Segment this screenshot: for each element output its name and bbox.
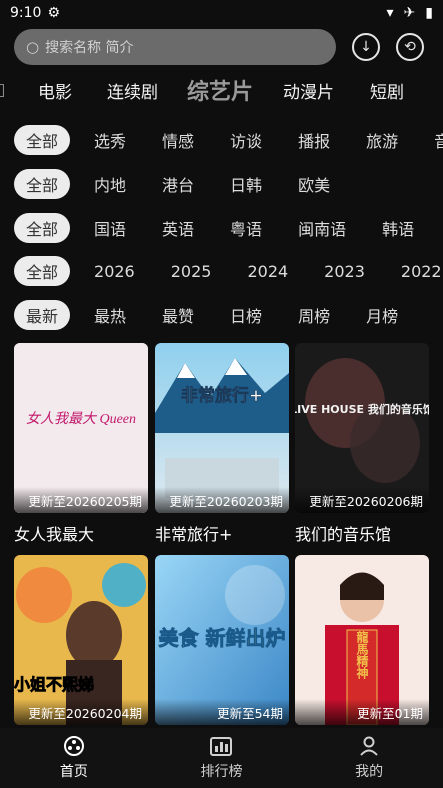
chip-region[interactable]: 日韩 [218, 169, 274, 199]
filter-genre: 全部 选秀 情感 访谈 播报 旅游 音乐 [14, 124, 443, 156]
show-title: 女人我最大 [14, 525, 95, 544]
chip-region-all[interactable]: 全部 [14, 169, 71, 199]
show-poster[interactable]: 美食 新鲜出炉 更新至54期 [155, 555, 289, 725]
show-poster[interactable]: 龍馬精神 更新至01期 [295, 555, 429, 725]
update-label: 更新至20260203期 [155, 487, 289, 513]
search-input[interactable]: ○ 搜索名称 简介 [14, 29, 336, 65]
tab-series[interactable]: 连续剧 [107, 78, 158, 103]
show-poster[interactable]: 非常旅行+ 更新至20260203期 [155, 343, 289, 513]
poster-text: LIVE HOUSE 我们的音乐馆 [295, 402, 429, 416]
wifi-icon: ▾ [386, 5, 394, 21]
show-card[interactable]: 龍馬精神 更新至01期 [295, 555, 429, 733]
show-card[interactable]: 女人我最大 Queen 更新至20260205期 女人我最大 [14, 343, 148, 545]
show-card[interactable]: 小姐不熙娣 更新至20260204期 [14, 555, 148, 733]
chip-language[interactable]: 国语 [82, 213, 138, 243]
chip-language[interactable]: 英语 [150, 213, 206, 243]
history-icon[interactable]: ⟲ [396, 33, 424, 61]
filter-language: 全部 国语 英语 粤语 闽南语 韩语 日语 [14, 212, 443, 244]
battery-icon: ▮ [425, 5, 433, 21]
poster-text: 小姐不熙娣 [14, 675, 94, 694]
tab-partial[interactable]: ▯ [0, 80, 5, 100]
profile-icon [360, 736, 378, 756]
poster-text: 龍馬精神 [355, 630, 369, 680]
show-card[interactable]: 非常旅行+ 更新至20260203期 非常旅行+ [155, 343, 289, 545]
chip-sort[interactable]: 周榜 [286, 300, 342, 330]
tab-movie[interactable]: 电影 [38, 78, 72, 103]
chip-language[interactable]: 日语 [438, 213, 443, 243]
chip-sort-latest[interactable]: 最新 [14, 300, 71, 330]
show-poster[interactable]: LIVE HOUSE 我们的音乐馆 更新至20260206期 [295, 343, 429, 513]
chip-language[interactable]: 粤语 [218, 213, 274, 243]
search-row: ○ 搜索名称 简介 ↓ ⟲ [14, 28, 428, 66]
show-poster[interactable]: 女人我最大 Queen 更新至20260205期 [14, 343, 148, 513]
chip-sort[interactable]: 日榜 [218, 300, 274, 330]
chip-region[interactable]: 港台 [150, 169, 206, 199]
update-label: 更新至20260205期 [14, 487, 148, 513]
home-icon [63, 736, 84, 756]
chip-sort[interactable]: 月榜 [354, 300, 410, 330]
show-card[interactable]: 美食 新鲜出炉 更新至54期 [155, 555, 289, 733]
chip-language-all[interactable]: 全部 [14, 213, 71, 243]
status-bar: 9:10 ⚙ ▾ ✈ ▮ [0, 0, 443, 26]
search-icon: ○ [26, 38, 40, 56]
nav-profile[interactable]: 我的 [324, 735, 414, 781]
chip-genre[interactable]: 访谈 [218, 125, 274, 155]
chip-genre[interactable]: 旅游 [354, 125, 410, 155]
category-tabs: ▯ 电影 连续剧 综艺片 动漫片 短剧 [0, 72, 443, 108]
chip-year[interactable]: 2024 [235, 256, 300, 286]
poster-text: 非常旅行+ [181, 385, 263, 406]
status-time: 9:10 [10, 5, 42, 21]
nav-ranking-label: 排行榜 [200, 764, 243, 780]
chip-year-all[interactable]: 全部 [14, 256, 71, 286]
chip-year[interactable]: 2022 [389, 256, 443, 286]
chip-region[interactable]: 欧美 [286, 169, 342, 199]
bottom-nav: 首页 排行榜 我的 [0, 728, 443, 788]
update-label: 更新至20260206期 [295, 487, 429, 513]
chip-year[interactable]: 2026 [82, 256, 147, 286]
update-label: 更新至01期 [295, 699, 429, 725]
update-label: 更新至54期 [155, 699, 289, 725]
chip-genre[interactable]: 音乐 [422, 125, 443, 155]
chip-genre[interactable]: 播报 [286, 125, 342, 155]
chip-language[interactable]: 闽南语 [286, 213, 358, 243]
chip-genre-all[interactable]: 全部 [14, 125, 71, 155]
tab-variety[interactable]: 综艺片 [187, 74, 253, 106]
nav-profile-label: 我的 [355, 764, 384, 780]
download-icon[interactable]: ↓ [352, 33, 380, 61]
search-placeholder: 搜索名称 简介 [45, 40, 134, 56]
chip-region[interactable]: 内地 [82, 169, 138, 199]
filter-year: 全部 2026 2025 2024 2023 2022 2021 [14, 255, 443, 287]
chip-sort[interactable]: 最赞 [150, 300, 206, 330]
show-title: 非常旅行+ [155, 525, 233, 544]
show-card[interactable]: LIVE HOUSE 我们的音乐馆 更新至20260206期 我们的音乐馆 [295, 343, 429, 545]
show-title: 我们的音乐馆 [295, 525, 392, 544]
chip-year[interactable]: 2023 [312, 256, 377, 286]
chip-year[interactable]: 2025 [159, 256, 224, 286]
nav-ranking[interactable]: 排行榜 [176, 735, 266, 781]
chip-language[interactable]: 韩语 [370, 213, 426, 243]
poster-text: 女人我最大 Queen [26, 411, 136, 427]
settings-icon: ⚙ [47, 5, 61, 21]
tab-anime[interactable]: 动漫片 [283, 78, 334, 103]
chip-sort[interactable]: 最热 [82, 300, 138, 330]
chip-genre[interactable]: 情感 [150, 125, 206, 155]
filter-region: 全部 内地 港台 日韩 欧美 [14, 168, 443, 200]
chip-genre[interactable]: 选秀 [82, 125, 138, 155]
tab-short-drama[interactable]: 短剧 [370, 78, 404, 103]
poster-text: 美食 新鲜出炉 [159, 626, 286, 650]
show-poster[interactable]: 小姐不熙娣 更新至20260204期 [14, 555, 148, 725]
status-icons: ▾ ✈ ▮ [387, 5, 433, 21]
update-label: 更新至20260204期 [14, 699, 148, 725]
nav-home[interactable]: 首页 [29, 735, 119, 781]
nav-home-label: 首页 [59, 764, 88, 780]
filter-sort: 最新 最热 最赞 日榜 周榜 月榜 [14, 299, 443, 331]
ranking-icon [210, 737, 233, 756]
airplane-icon: ✈ [403, 5, 416, 21]
